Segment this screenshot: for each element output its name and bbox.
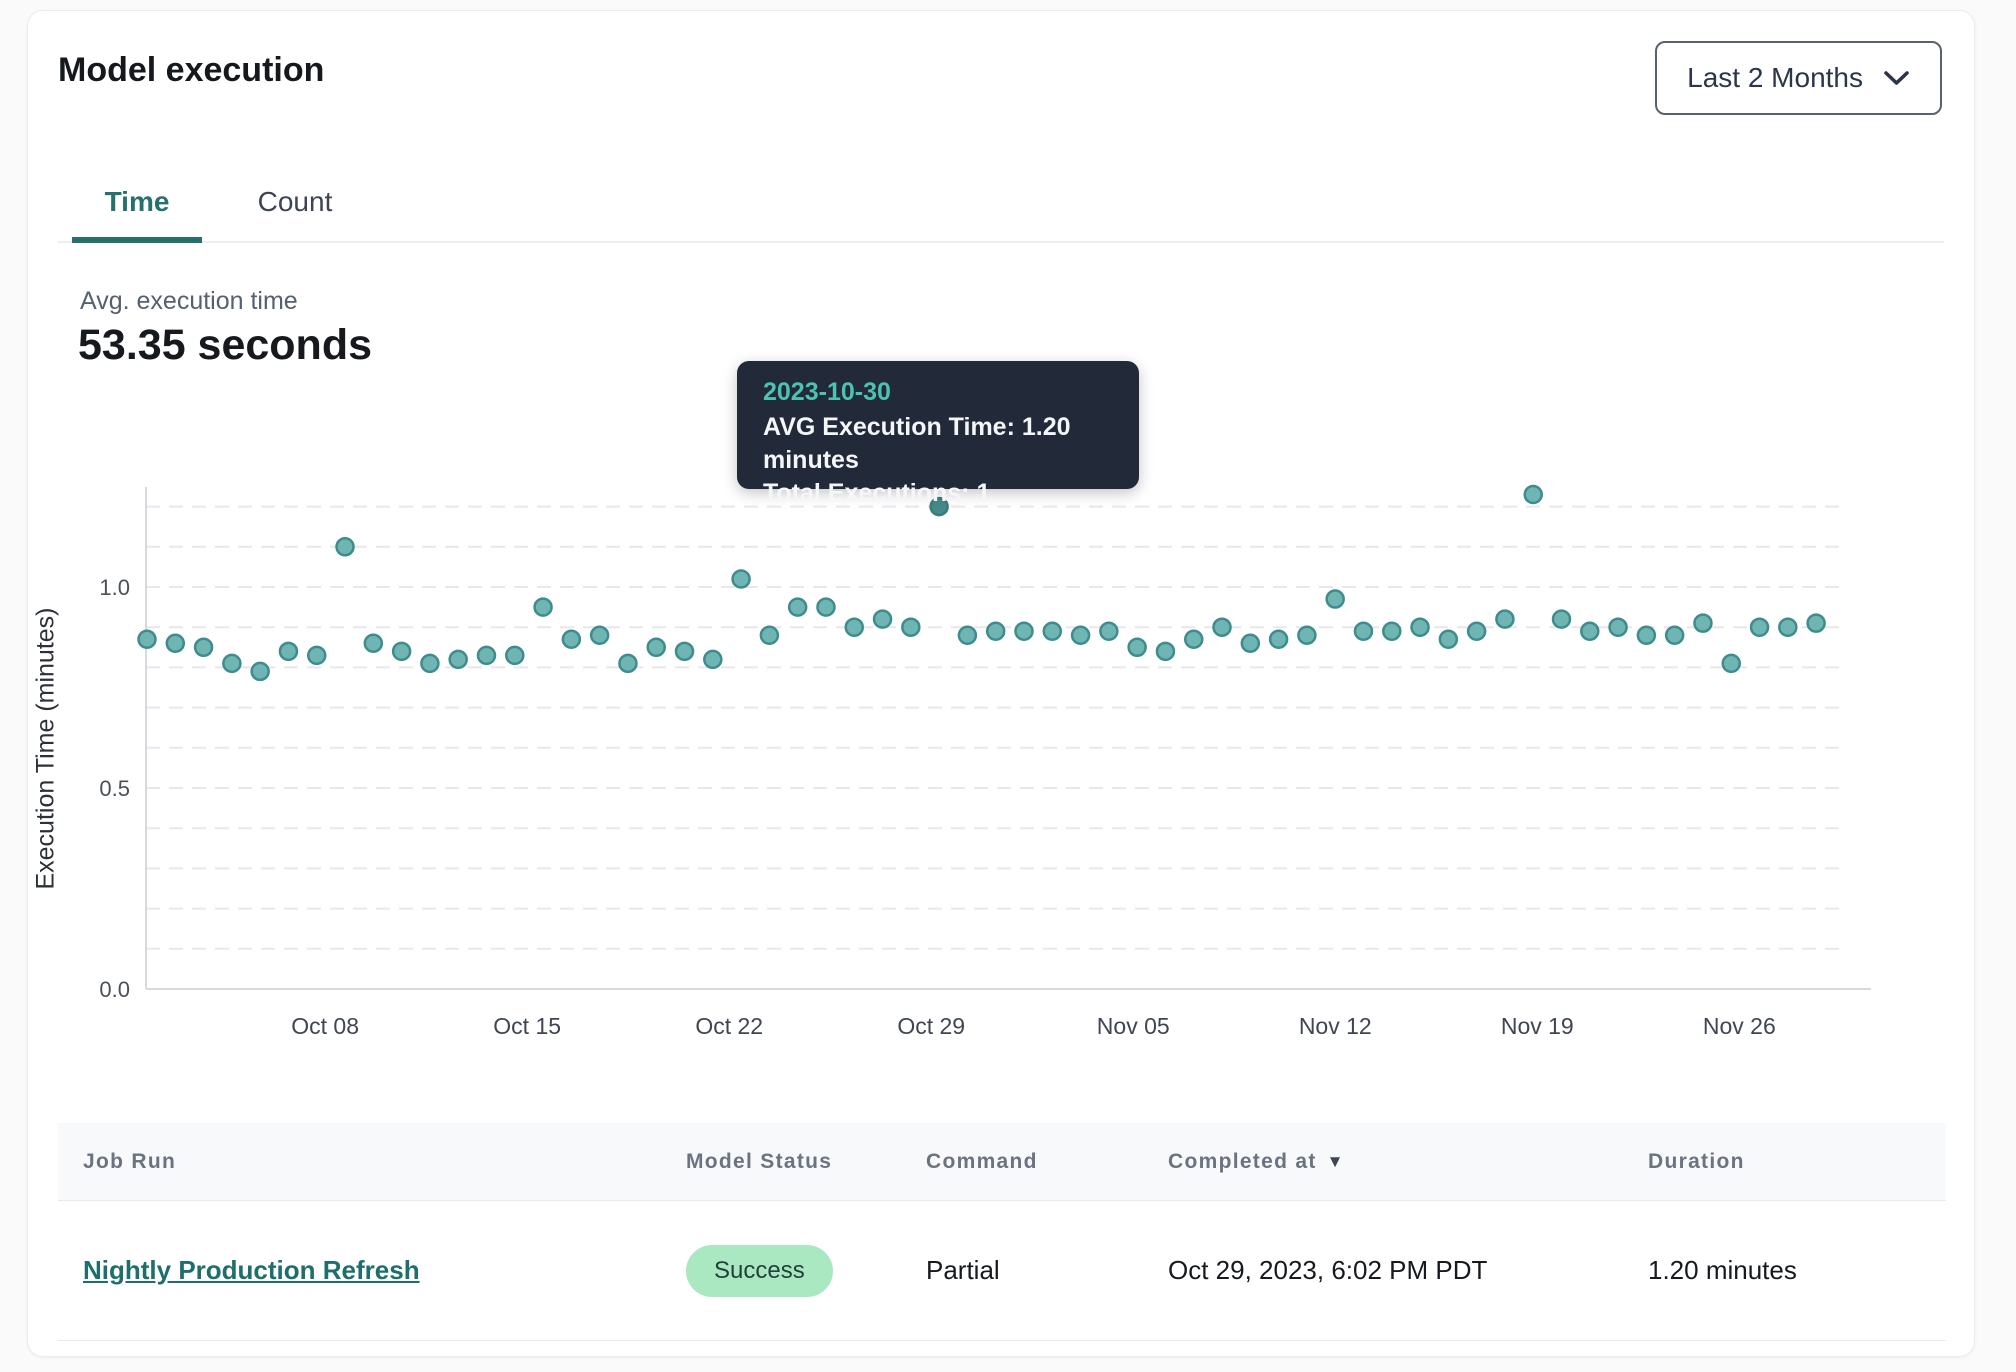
column-header-duration[interactable]: Duration — [1623, 1150, 1946, 1174]
svg-text:Nov 19: Nov 19 — [1501, 1013, 1574, 1039]
completed-at-cell: Oct 29, 2023, 6:02 PM PDT — [1143, 1255, 1623, 1286]
page-title: Model execution — [58, 51, 324, 90]
y-axis-title: Execution Time (minutes) — [32, 579, 61, 919]
svg-text:Nov 26: Nov 26 — [1703, 1013, 1776, 1039]
svg-text:1.0: 1.0 — [99, 575, 130, 600]
svg-text:Oct 15: Oct 15 — [493, 1013, 561, 1039]
duration-cell: 1.20 minutes — [1623, 1255, 1946, 1286]
model-execution-dashboard: Model execution Last 2 Months Time Count… — [0, 0, 2016, 1372]
tooltip-total-executions: Total Executions: 1 — [763, 477, 1113, 510]
svg-text:Oct 22: Oct 22 — [695, 1013, 763, 1039]
status-badge: Success — [686, 1245, 833, 1297]
date-range-dropdown[interactable]: Last 2 Months — [1655, 41, 1942, 115]
svg-text:Oct 08: Oct 08 — [291, 1013, 359, 1039]
svg-text:Nov 05: Nov 05 — [1097, 1013, 1170, 1039]
table-row: Nightly Production Refresh Success Parti… — [58, 1201, 1946, 1341]
model-execution-card: Model execution Last 2 Months Time Count… — [27, 10, 1975, 1357]
column-header-model-status[interactable]: Model Status — [661, 1150, 901, 1174]
svg-text:Nov 12: Nov 12 — [1299, 1013, 1372, 1039]
chevron-down-icon — [1883, 70, 1910, 87]
table-header-row: Job Run Model Status Command Completed a… — [58, 1123, 1946, 1201]
svg-text:0.5: 0.5 — [99, 776, 130, 801]
column-header-completed-at[interactable]: Completed at ▼ — [1143, 1150, 1623, 1174]
tab-time[interactable]: Time — [58, 163, 216, 241]
column-header-command[interactable]: Command — [901, 1150, 1143, 1174]
tooltip-avg-execution-time: AVG Execution Time: 1.20 minutes — [763, 411, 1113, 477]
svg-text:Oct 29: Oct 29 — [897, 1013, 965, 1039]
tooltip-date: 2023-10-30 — [763, 378, 1113, 407]
chart-tooltip: 2023-10-30 AVG Execution Time: 1.20 minu… — [737, 361, 1139, 489]
command-cell: Partial — [901, 1255, 1143, 1286]
job-run-link[interactable]: Nightly Production Refresh — [83, 1255, 420, 1285]
date-range-value: Last 2 Months — [1687, 62, 1863, 94]
avg-execution-time-value: 53.35 seconds — [78, 321, 372, 370]
column-header-job-run[interactable]: Job Run — [58, 1150, 661, 1174]
sort-desc-icon: ▼ — [1327, 1152, 1345, 1172]
svg-text:0.0: 0.0 — [99, 977, 130, 1002]
chart-tabs: Time Count — [58, 163, 1944, 243]
job-runs-table: Job Run Model Status Command Completed a… — [58, 1123, 1946, 1341]
avg-execution-time-label: Avg. execution time — [80, 287, 298, 316]
tab-count[interactable]: Count — [216, 163, 374, 241]
